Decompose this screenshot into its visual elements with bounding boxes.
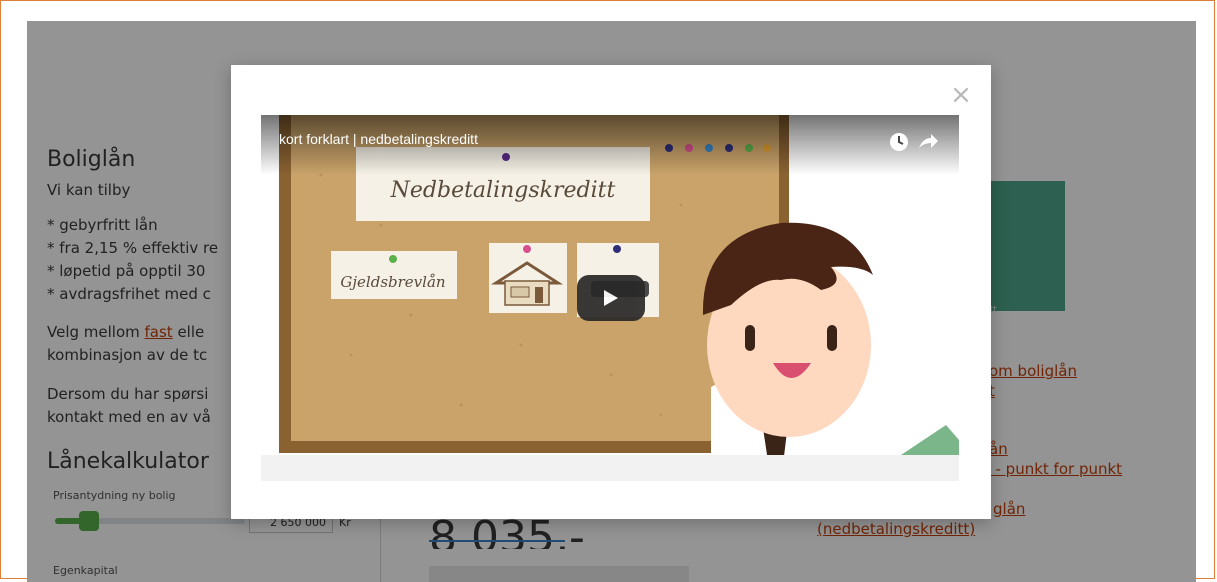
video-modal: × Nedbetalingskreditt Gjeldsbrevlån kort… — [231, 65, 991, 519]
play-icon[interactable] — [577, 275, 645, 321]
video-title[interactable]: kort forklart | nedbetalingskreditt — [279, 131, 478, 147]
close-icon[interactable]: × — [949, 82, 973, 108]
share-icon[interactable] — [917, 132, 939, 156]
note-label: Gjeldsbrevlån — [340, 273, 445, 291]
board-heading: Nedbetalingskreditt — [390, 178, 616, 203]
screenshot-frame: Boliglån Vi kan tilby * gebyrfritt lån *… — [0, 0, 1215, 582]
page-content: Boliglån Vi kan tilby * gebyrfritt lån *… — [27, 21, 1196, 582]
play-triangle — [604, 290, 618, 306]
video-player[interactable]: Nedbetalingskreditt Gjeldsbrevlån kort f… — [261, 115, 959, 481]
clock-icon[interactable] — [889, 132, 909, 156]
